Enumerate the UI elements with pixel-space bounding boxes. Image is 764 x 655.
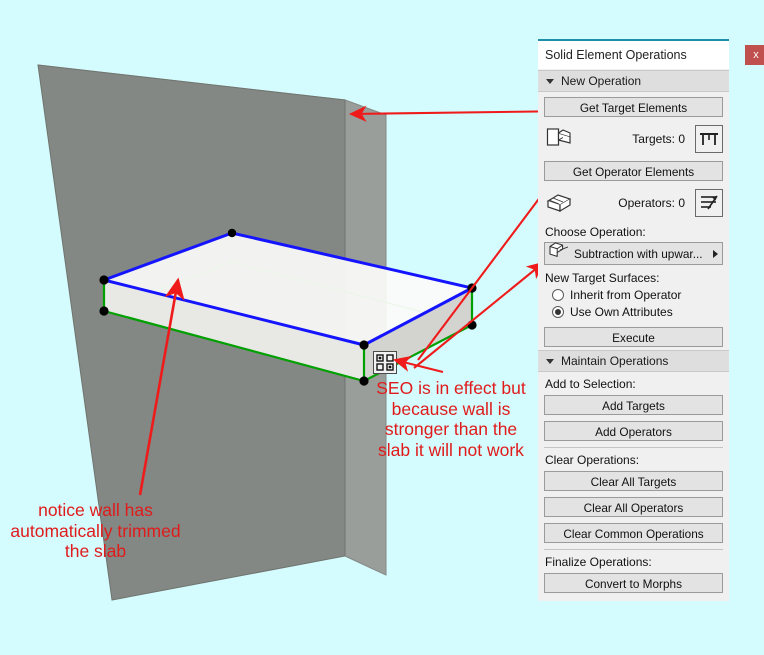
radio-label: Inherit from Operator — [570, 288, 682, 302]
choose-operation-label: Choose Operation: — [545, 225, 646, 239]
radio-icon[interactable] — [552, 289, 564, 301]
radio-label: Use Own Attributes — [570, 305, 673, 319]
operator-solid-icon — [544, 189, 574, 217]
section-title-maintain-operations: Maintain Operations — [561, 354, 669, 368]
close-button[interactable]: x — [745, 45, 764, 65]
seo-badge-glyph — [376, 354, 394, 371]
finalize-operations-label: Finalize Operations: — [545, 555, 652, 569]
divider — [544, 447, 723, 448]
select-targets-icon[interactable] — [695, 125, 723, 153]
operators-row: Operators: 0 — [544, 187, 723, 219]
convert-to-morphs-button[interactable]: Convert to Morphs — [544, 573, 723, 593]
add-targets-button[interactable]: Add Targets — [544, 395, 723, 415]
maintain-operations-body: Add to Selection: Add Targets Add Operat… — [538, 372, 729, 595]
operation-select[interactable]: Subtraction with upwar... — [544, 242, 723, 265]
chevron-right-icon — [713, 249, 718, 258]
radio-inherit-from-operator[interactable]: Inherit from Operator — [552, 288, 723, 302]
add-to-selection-label: Add to Selection: — [545, 377, 636, 391]
add-operators-button[interactable]: Add Operators — [544, 421, 723, 441]
get-operator-elements-button[interactable]: Get Operator Elements — [544, 161, 723, 181]
clear-operations-label: Clear Operations: — [545, 453, 640, 467]
chevron-down-icon — [546, 358, 554, 364]
target-solid-icon — [544, 125, 574, 153]
annotation-trim-note: notice wall has automatically trimmed th… — [10, 500, 181, 562]
new-target-surfaces-label: New Target Surfaces: — [545, 271, 660, 285]
targets-row: Targets: 0 — [544, 123, 723, 155]
screenshot-root: SEO is in effect but because wall is str… — [0, 0, 764, 655]
operation-value: Subtraction with upwar... — [574, 246, 703, 261]
section-title-new-operation: New Operation — [561, 74, 642, 88]
seo-badge-icon[interactable] — [373, 351, 397, 374]
divider — [544, 549, 723, 550]
new-operation-body: Get Target Elements Targets: 0 Get Opera… — [538, 92, 729, 349]
section-header-maintain-operations[interactable]: Maintain Operations — [538, 350, 729, 372]
select-operators-icon[interactable] — [695, 189, 723, 217]
execute-button[interactable]: Execute — [544, 327, 723, 347]
chevron-down-icon — [546, 78, 554, 84]
radio-icon-selected[interactable] — [552, 306, 564, 318]
radio-use-own-attributes[interactable]: Use Own Attributes — [552, 305, 723, 319]
annotation-seo-note: SEO is in effect but because wall is str… — [376, 378, 526, 460]
clear-all-operators-button[interactable]: Clear All Operators — [544, 497, 723, 517]
operators-count-label: Operators: 0 — [618, 196, 685, 210]
section-header-new-operation[interactable]: New Operation — [538, 70, 729, 92]
targets-count-label: Targets: 0 — [632, 132, 685, 146]
get-target-elements-button[interactable]: Get Target Elements — [544, 97, 723, 117]
clear-common-operations-button[interactable]: Clear Common Operations — [544, 523, 723, 543]
palette-titlebar: Solid Element Operations x — [538, 41, 764, 69]
palette-title: Solid Element Operations — [545, 48, 687, 62]
clear-all-targets-button[interactable]: Clear All Targets — [544, 471, 723, 491]
subtraction-upward-icon — [548, 242, 570, 265]
solid-element-operations-palette: Solid Element Operations x New Operation… — [538, 39, 764, 601]
